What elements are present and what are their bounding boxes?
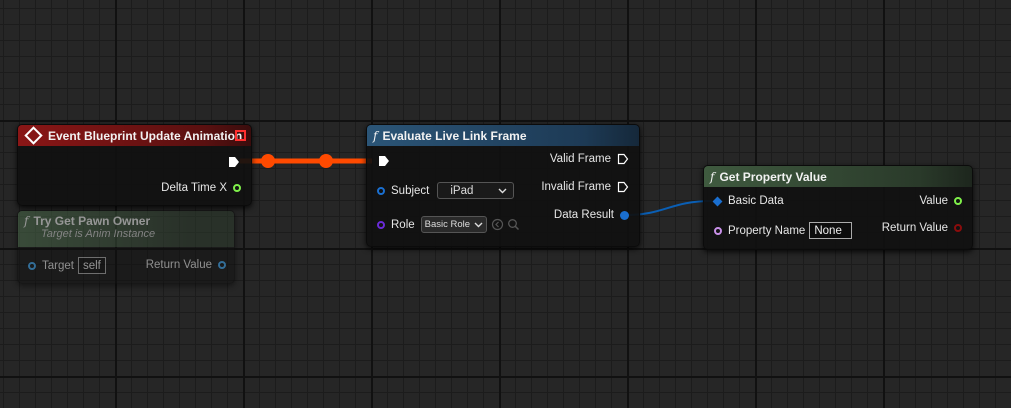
pin-label: Value <box>919 195 948 207</box>
wire-knot[interactable] <box>319 154 333 168</box>
name-pin-icon[interactable] <box>714 226 722 235</box>
exec-pin-icon[interactable] <box>378 155 390 167</box>
target-pin[interactable]: Target self <box>28 257 106 274</box>
pin-label: Data Result <box>553 209 614 221</box>
return-value-pin[interactable]: Return Value <box>146 259 226 271</box>
exec-pin-icon[interactable] <box>617 181 629 193</box>
bool-pin-icon[interactable] <box>954 224 962 232</box>
object-pin-icon[interactable] <box>28 261 36 270</box>
role-pin[interactable]: Role Basic Role <box>377 216 520 233</box>
function-icon: f <box>710 169 715 184</box>
pin-label: Valid Frame <box>549 153 611 165</box>
pin-label: Return Value <box>881 222 948 234</box>
pin-label: Target <box>42 259 74 272</box>
struct-pin-icon[interactable] <box>620 210 629 220</box>
value-pin[interactable]: Value <box>919 195 962 207</box>
object-pin-icon[interactable] <box>218 261 226 269</box>
node-title: Evaluate Live Link Frame <box>382 128 527 143</box>
combo-value: Basic Role <box>424 219 471 230</box>
node-header: f Try Get Pawn Owner Target is Anim Inst… <box>18 211 234 247</box>
exec-pin-icon[interactable] <box>617 153 629 165</box>
exec-in-pin[interactable] <box>378 155 390 167</box>
delta-time-pin[interactable]: Delta Time X <box>161 182 241 194</box>
event-icon <box>24 126 43 145</box>
combo-value: iPad <box>450 184 474 197</box>
exec-out-pin[interactable] <box>228 156 240 168</box>
delegate-pin-icon[interactable] <box>235 130 246 141</box>
get-property-value-node[interactable]: f Get Property Value Basic Data Value Pr… <box>703 165 973 250</box>
pin-label: Invalid Frame <box>541 181 611 193</box>
pin-label: Basic Data <box>728 195 784 207</box>
node-subtitle: Target is Anim Instance <box>41 228 156 240</box>
return-value-pin[interactable]: Return Value <box>882 222 962 234</box>
pin-label: Return Value <box>145 259 212 271</box>
chevron-down-icon <box>474 222 483 227</box>
valid-frame-pin[interactable]: Valid Frame <box>550 153 629 165</box>
event-update-animation-node[interactable]: Event Blueprint Update Animation Delta T… <box>17 124 252 206</box>
try-get-pawn-owner-node[interactable]: f Try Get Pawn Owner Target is Anim Inst… <box>17 210 235 284</box>
basic-data-pin[interactable]: Basic Data <box>712 195 784 207</box>
pin-label: Role <box>391 218 415 231</box>
node-header: f Evaluate Live Link Frame <box>367 125 639 146</box>
node-title: Event Blueprint Update Animation <box>48 128 243 143</box>
node-header: f Get Property Value <box>704 166 972 187</box>
struct-pin-icon[interactable] <box>377 186 385 195</box>
function-icon: f <box>24 214 29 228</box>
struct-pin-icon[interactable] <box>712 196 723 206</box>
function-icon: f <box>373 128 378 143</box>
class-pin-icon[interactable] <box>377 220 385 229</box>
node-header: Event Blueprint Update Animation <box>18 125 251 146</box>
pin-label: Subject <box>391 184 430 197</box>
float-pin-icon[interactable] <box>233 184 241 192</box>
exec-pin-icon[interactable] <box>228 156 240 168</box>
pin-label: Property Name <box>728 224 806 237</box>
target-field[interactable]: self <box>77 257 106 274</box>
evaluate-live-link-frame-node[interactable]: f Evaluate Live Link Frame Valid Frame S… <box>366 124 640 247</box>
use-selected-icon[interactable] <box>491 218 504 231</box>
subject-combo[interactable]: iPad <box>437 182 515 199</box>
subject-pin[interactable]: Subject iPad <box>377 182 515 199</box>
invalid-frame-pin[interactable]: Invalid Frame <box>541 181 629 193</box>
property-name-field[interactable]: None <box>809 222 853 239</box>
pin-label: Delta Time X <box>161 182 227 194</box>
float-pin-icon[interactable] <box>954 197 962 205</box>
node-title: Get Property Value <box>719 169 827 184</box>
property-name-pin[interactable]: Property Name None <box>714 222 853 239</box>
browse-icon[interactable] <box>507 218 520 231</box>
chevron-down-icon <box>498 188 507 193</box>
role-combo[interactable]: Basic Role <box>420 216 488 233</box>
data-result-pin[interactable]: Data Result <box>554 209 629 221</box>
node-title: Try Get Pawn Owner <box>33 214 151 228</box>
wire-knot[interactable] <box>261 154 275 168</box>
